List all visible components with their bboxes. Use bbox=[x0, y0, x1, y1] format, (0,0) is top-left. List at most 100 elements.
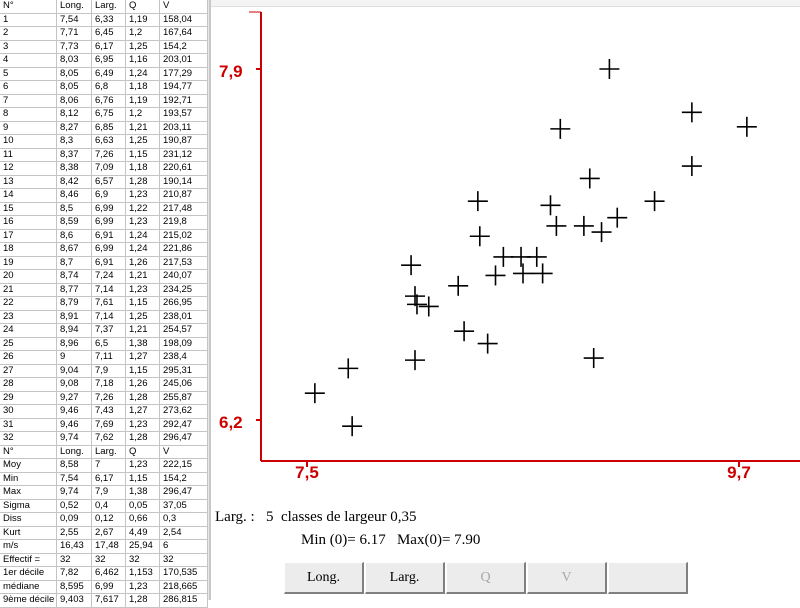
grid-cell[interactable]: 6,85 bbox=[91, 121, 126, 135]
table-row[interactable]: 23 8,91 7,14 1,25 238,01 bbox=[0, 310, 208, 324]
grid-cell[interactable]: 0,12 bbox=[91, 512, 126, 527]
grid-cell[interactable]: 1,24 bbox=[125, 242, 160, 257]
grid-cell[interactable]: 8,74 bbox=[56, 269, 92, 284]
grid-cell[interactable]: 19 bbox=[0, 256, 57, 270]
grid-cell[interactable]: 7,14 bbox=[91, 283, 126, 297]
grid-cell[interactable]: 5 bbox=[0, 67, 57, 81]
grid-cell[interactable]: 24 bbox=[0, 323, 57, 338]
grid-cell[interactable]: 7,69 bbox=[91, 418, 126, 432]
table-row[interactable]: 24 8,94 7,37 1,21 254,57 bbox=[0, 323, 208, 338]
table-row[interactable]: 26 9 7,11 1,27 238,4 bbox=[0, 350, 208, 365]
grid-cell[interactable]: 8,77 bbox=[56, 283, 92, 297]
grid-cell[interactable]: Diss bbox=[0, 512, 57, 527]
grid-cell[interactable]: 9,74 bbox=[56, 431, 92, 446]
grid-cell[interactable]: 8,27 bbox=[56, 121, 92, 135]
grid-cell[interactable]: 193,57 bbox=[159, 107, 208, 122]
grid-cell[interactable]: 6,8 bbox=[91, 80, 126, 95]
grid-cell[interactable]: 32 bbox=[159, 553, 208, 567]
grid-cell[interactable]: 9,08 bbox=[56, 377, 92, 392]
grid-cell[interactable]: 177,29 bbox=[159, 67, 208, 81]
table-row[interactable]: 13 8,42 6,57 1,28 190,14 bbox=[0, 175, 208, 189]
grid-cell[interactable]: 13 bbox=[0, 175, 57, 189]
grid-cell[interactable]: 37,05 bbox=[159, 499, 208, 513]
grid-cell[interactable]: 8,67 bbox=[56, 242, 92, 257]
v-button[interactable]: V bbox=[527, 562, 607, 594]
grid-cell[interactable]: 7,62 bbox=[91, 431, 126, 446]
grid-cell[interactable]: 8,6 bbox=[56, 229, 92, 243]
grid-cell[interactable]: 217,53 bbox=[159, 256, 208, 270]
grid-cell[interactable]: 1,26 bbox=[125, 377, 160, 392]
grid-cell[interactable]: 1,24 bbox=[125, 229, 160, 243]
grid-cell[interactable]: 1,28 bbox=[125, 391, 160, 405]
grid-cell[interactable]: 8,59 bbox=[56, 215, 92, 230]
grid-cell[interactable]: 6,17 bbox=[91, 40, 126, 54]
grid-cell[interactable]: 1,23 bbox=[125, 418, 160, 432]
grid-cell[interactable]: m/s bbox=[0, 539, 57, 554]
grid-cell[interactable]: 1,2 bbox=[125, 26, 160, 41]
table-row[interactable]: 6 8,05 6,8 1,18 194,77 bbox=[0, 80, 208, 95]
table-row[interactable]: 16 8,59 6,99 1,23 219,8 bbox=[0, 215, 208, 230]
grid-cell[interactable]: 1,16 bbox=[125, 53, 160, 68]
grid-cell[interactable]: Larg. bbox=[91, 0, 126, 14]
grid-cell[interactable]: 238,4 bbox=[159, 350, 208, 365]
grid-cell[interactable]: 1,23 bbox=[125, 215, 160, 230]
grid-cell[interactable]: 1,19 bbox=[125, 13, 160, 27]
grid-cell[interactable]: 32 bbox=[56, 553, 92, 567]
table-row[interactable]: 30 9,46 7,43 1,27 273,62 bbox=[0, 404, 208, 419]
grid-cell[interactable]: 7,61 bbox=[91, 296, 126, 311]
stats-row[interactable]: Sigma 0,52 0,4 0,05 37,05 bbox=[0, 499, 208, 513]
grid-cell[interactable]: 7,26 bbox=[91, 391, 126, 405]
grid-cell[interactable]: 1,15 bbox=[125, 148, 160, 162]
grid-cell[interactable]: 7,73 bbox=[56, 40, 92, 54]
grid-cell[interactable]: 6,45 bbox=[91, 26, 126, 41]
grid-cell[interactable]: 154,2 bbox=[159, 472, 208, 486]
table-header-row[interactable]: N° Long. Larg. Q V bbox=[0, 0, 208, 14]
grid-cell[interactable]: 6,57 bbox=[91, 175, 126, 189]
grid-cell[interactable]: 190,87 bbox=[159, 134, 208, 149]
grid-cell[interactable]: 7,24 bbox=[91, 269, 126, 284]
grid-cell[interactable]: 15 bbox=[0, 202, 57, 216]
grid-cell[interactable]: 7,26 bbox=[91, 148, 126, 162]
grid-cell[interactable]: 154,2 bbox=[159, 40, 208, 54]
grid-cell[interactable]: 8,05 bbox=[56, 67, 92, 81]
grid-cell[interactable]: 9,74 bbox=[56, 485, 92, 500]
table-row[interactable]: 11 8,37 7,26 1,15 231,12 bbox=[0, 148, 208, 162]
grid-cell[interactable]: Effectif = bbox=[0, 553, 57, 567]
grid-cell[interactable]: 8,595 bbox=[56, 580, 92, 594]
grid-cell[interactable]: 6,91 bbox=[91, 229, 126, 243]
grid-cell[interactable]: 220,61 bbox=[159, 161, 208, 176]
blank-button[interactable] bbox=[608, 562, 688, 594]
grid-cell[interactable]: 8,79 bbox=[56, 296, 92, 311]
table-row[interactable]: 3 7,73 6,17 1,25 154,2 bbox=[0, 40, 208, 54]
grid-cell[interactable]: 8,58 bbox=[56, 458, 92, 473]
grid-cell[interactable]: 30 bbox=[0, 404, 57, 419]
grid-cell[interactable]: 21 bbox=[0, 283, 57, 297]
grid-cell[interactable]: 273,62 bbox=[159, 404, 208, 419]
stats-row[interactable]: Max 9,74 7,9 1,38 296,47 bbox=[0, 485, 208, 500]
grid-cell[interactable]: Min bbox=[0, 472, 57, 486]
grid-cell[interactable]: 240,07 bbox=[159, 269, 208, 284]
grid-cell[interactable]: 234,25 bbox=[159, 283, 208, 297]
grid-cell[interactable]: 2,54 bbox=[159, 526, 208, 540]
table-row[interactable]: 9 8,27 6,85 1,21 203,11 bbox=[0, 121, 208, 135]
grid-cell[interactable]: 266,95 bbox=[159, 296, 208, 311]
grid-cell[interactable]: 296,47 bbox=[159, 485, 208, 500]
grid-cell[interactable]: 1,27 bbox=[125, 350, 160, 365]
grid-cell[interactable]: 238,01 bbox=[159, 310, 208, 324]
grid-cell[interactable]: 11 bbox=[0, 148, 57, 162]
grid-cell[interactable]: N° bbox=[0, 445, 57, 459]
grid-cell[interactable]: 6,99 bbox=[91, 580, 126, 594]
grid-cell[interactable]: 7,54 bbox=[56, 13, 92, 27]
grid-cell[interactable]: 170,535 bbox=[159, 566, 208, 581]
grid-cell[interactable]: 217,48 bbox=[159, 202, 208, 216]
table-row[interactable]: 29 9,27 7,26 1,28 255,87 bbox=[0, 391, 208, 405]
grid-cell[interactable]: 12 bbox=[0, 161, 57, 176]
grid-cell[interactable]: 7 bbox=[0, 94, 57, 108]
grid-cell[interactable]: 4,49 bbox=[125, 526, 160, 540]
grid-cell[interactable]: 25 bbox=[0, 337, 57, 351]
grid-cell[interactable]: 8,91 bbox=[56, 310, 92, 324]
grid-cell[interactable]: 9,04 bbox=[56, 364, 92, 378]
grid-cell[interactable]: 31 bbox=[0, 418, 57, 432]
table-header-row[interactable]: N° Long. Larg. Q V bbox=[0, 445, 208, 459]
grid-cell[interactable]: 7 bbox=[91, 458, 126, 473]
